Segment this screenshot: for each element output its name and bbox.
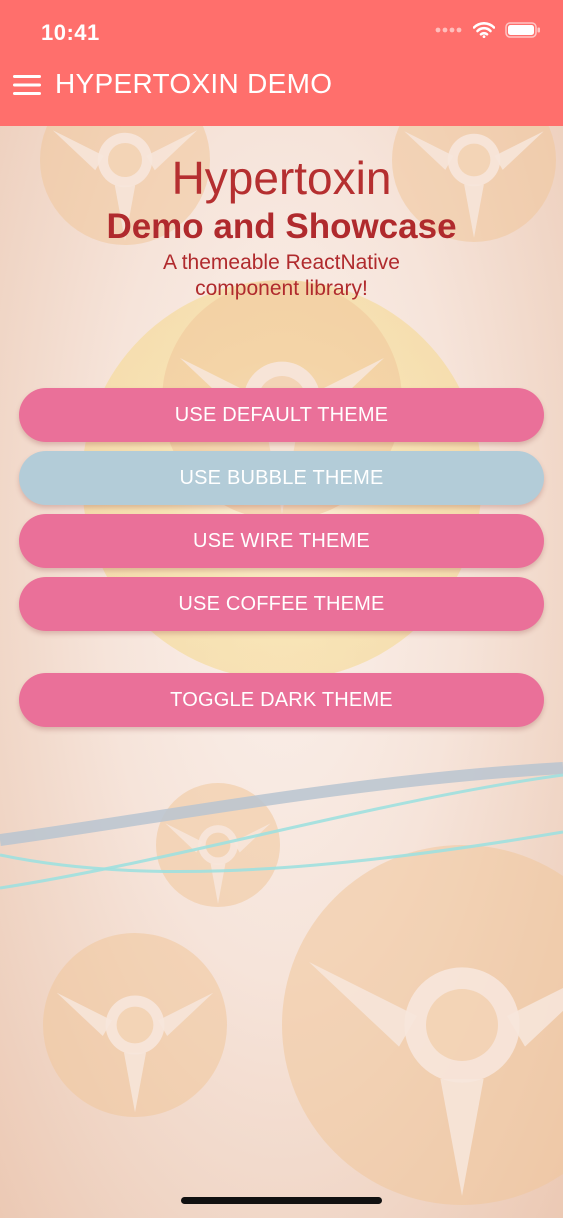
app-title: HYPERTOXIN DEMO (55, 68, 333, 99)
use-bubble-theme-button[interactable]: USE BUBBLE THEME (19, 451, 544, 505)
status-time: 10:41 (41, 20, 100, 45)
wifi-icon (473, 22, 495, 38)
use-default-theme-button[interactable]: USE DEFAULT THEME (19, 388, 544, 442)
hero-title: Hypertoxin (171, 152, 392, 204)
hero-tagline-line2: component library! (195, 277, 368, 300)
hero-tagline-line1: A themeable ReactNative (163, 251, 400, 274)
hero-subtitle: Demo and Showcase (106, 207, 457, 246)
hazard-symbol-bottom-right (282, 845, 563, 1205)
hero-section: Hypertoxin Demo and Showcase A themeable… (0, 150, 563, 302)
signal-dots-icon (435, 27, 462, 33)
battery-icon (505, 22, 540, 38)
app-header: 10:41 HYPERTOXIN DEMO (0, 0, 563, 126)
hazard-symbol-bottom-left (43, 933, 227, 1117)
nav-bar: HYPERTOXIN DEMO (0, 62, 563, 108)
home-indicator[interactable] (181, 1197, 382, 1204)
use-wire-theme-button[interactable]: USE WIRE THEME (19, 514, 544, 568)
toggle-dark-theme-button[interactable]: TOGGLE DARK THEME (19, 673, 544, 727)
hamburger-menu-icon[interactable] (13, 74, 41, 96)
use-coffee-theme-button[interactable]: USE COFFEE THEME (19, 577, 544, 631)
app-screen: 10:41 HYPERTOXIN DEMO Hypertoxin Demo an… (0, 0, 563, 1218)
status-icons (435, 22, 541, 38)
